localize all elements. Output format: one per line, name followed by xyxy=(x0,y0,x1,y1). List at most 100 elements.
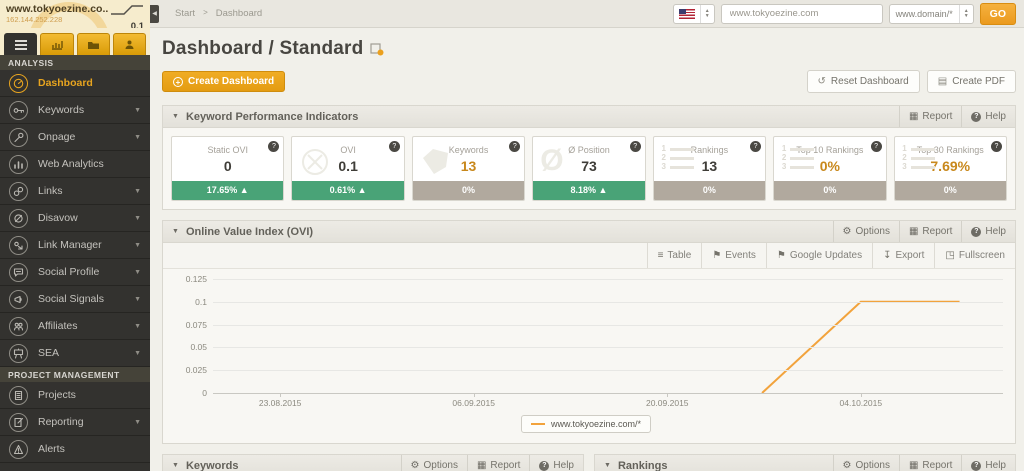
gear-icon: ⚙ xyxy=(411,460,420,471)
sidebar-item-projects[interactable]: Projects xyxy=(0,382,150,409)
chevron-down-icon: ▼ xyxy=(134,242,141,249)
wrench-icon xyxy=(9,128,28,147)
help-button[interactable]: ?Help xyxy=(961,455,1015,471)
legend-item[interactable]: www.tokyoezine.com/* xyxy=(521,415,651,433)
collapse-caret-icon[interactable]: ▼ xyxy=(172,228,179,235)
project-ip: 162.144.252.228 xyxy=(6,15,108,24)
chevron-down-icon: ▼ xyxy=(134,107,141,114)
users-icon xyxy=(9,317,28,336)
tab-analytics[interactable] xyxy=(40,33,73,55)
sidebar-item-keywords[interactable]: Keywords ▼ xyxy=(0,97,150,124)
breadcrumb: Start > Dashboard xyxy=(175,8,262,19)
sidebar-item-sea[interactable]: SEA ▼ xyxy=(0,340,150,367)
user-tab-icon xyxy=(124,39,135,50)
sidebar-item-disavow[interactable]: Disavow ▼ xyxy=(0,205,150,232)
sidebar-item-social-profile[interactable]: Social Profile ▼ xyxy=(0,259,150,286)
speech-bubble-icon xyxy=(9,263,28,282)
project-sparkline-icon xyxy=(110,4,144,16)
sidebar-item-reporting[interactable]: Reporting ▼ xyxy=(0,409,150,436)
breadcrumb-current: Dashboard xyxy=(216,8,262,19)
options-button[interactable]: ⚙Options xyxy=(401,455,467,471)
folder-icon xyxy=(87,39,100,50)
help-icon[interactable]: ? xyxy=(871,141,882,152)
report-button[interactable]: ▦Report xyxy=(467,455,529,471)
sidebar-tabs xyxy=(0,28,150,55)
report-icon: ▦ xyxy=(909,111,918,122)
collapse-caret-icon[interactable]: ▼ xyxy=(604,462,611,469)
fullscreen-icon: ◳ xyxy=(945,250,954,261)
help-icon[interactable]: ? xyxy=(630,141,641,152)
select-arrows-icon: ▲▼ xyxy=(959,5,973,23)
options-button[interactable]: ⚙Options xyxy=(833,455,899,471)
series-color-swatch xyxy=(531,423,545,425)
help-button[interactable]: ?Help xyxy=(961,221,1015,242)
tab-account[interactable] xyxy=(113,33,146,55)
rankings-panel-title: Rankings xyxy=(618,460,668,471)
megaphone-icon xyxy=(9,290,28,309)
chart-tab-icon xyxy=(51,39,63,50)
chevron-down-icon: ▼ xyxy=(134,419,141,426)
sidebar-collapse-button[interactable]: ◀ xyxy=(150,5,159,23)
kpi-card-top10: ? 123 Top 10 Rankings0% 0% xyxy=(773,136,886,201)
report-icon xyxy=(9,413,28,432)
collapse-caret-icon[interactable]: ▼ xyxy=(172,113,179,120)
help-button[interactable]: ?Help xyxy=(529,455,583,471)
report-button[interactable]: ▦Report xyxy=(899,455,961,471)
events-button[interactable]: ⚑Events xyxy=(701,243,766,268)
sidebar-item-dashboard[interactable]: Dashboard xyxy=(0,70,150,97)
sidebar-item-social-signals[interactable]: Social Signals ▼ xyxy=(0,286,150,313)
chain-icon xyxy=(9,182,28,201)
ovi-panel: ▼ Online Value Index (OVI) ⚙Options ▦Rep… xyxy=(162,220,1016,444)
help-icon: ? xyxy=(971,227,981,237)
ovi-toolbar: ≡Table ⚑Events ⚑Google Updates ↧Export ◳… xyxy=(163,243,1015,269)
download-icon: ↧ xyxy=(883,250,891,261)
kpi-card-keywords: ? Keywords13 0% xyxy=(412,136,525,201)
sidebar-item-links[interactable]: Links ▼ xyxy=(0,178,150,205)
breadcrumb-start[interactable]: Start xyxy=(175,8,195,19)
chevron-down-icon: ▼ xyxy=(134,134,141,141)
help-icon[interactable]: ? xyxy=(991,141,1002,152)
fullscreen-button[interactable]: ◳Fullscreen xyxy=(934,243,1015,268)
sidebar-item-affiliates[interactable]: Affiliates ▼ xyxy=(0,313,150,340)
table-button[interactable]: ≡Table xyxy=(647,243,702,268)
create-dashboard-button[interactable]: + Create Dashboard xyxy=(162,71,285,92)
kpi-card-position: ? Ø Ø Position73 8.18% ▲ xyxy=(532,136,645,201)
kpi-card-top30: ? 123 Top 30 Rankings7.69% 0% xyxy=(894,136,1007,201)
sidebar-item-alerts[interactable]: Alerts xyxy=(0,436,150,463)
url-input[interactable] xyxy=(721,4,883,24)
project-header[interactable]: www.tokyoezine.co.. 162.144.252.228 0.1 xyxy=(0,0,150,28)
sidebar-item-link-manager[interactable]: Link Manager ▼ xyxy=(0,232,150,259)
reset-dashboard-button[interactable]: ↺ Reset Dashboard xyxy=(807,70,920,93)
tab-projects[interactable] xyxy=(77,33,110,55)
edit-dashboard-icon[interactable] xyxy=(370,42,384,56)
alert-triangle-icon xyxy=(9,440,28,459)
go-button[interactable]: GO xyxy=(980,3,1016,25)
google-updates-button[interactable]: ⚑Google Updates xyxy=(766,243,872,268)
collapse-caret-icon[interactable]: ▼ xyxy=(172,462,179,469)
series-name: www.tokyoezine.com/* xyxy=(551,419,641,429)
ovi-line-chart xyxy=(213,279,1003,393)
country-select[interactable]: ▲▼ xyxy=(673,4,715,24)
tab-menu[interactable] xyxy=(4,33,37,55)
kpi-card-rankings: ? 123 Rankings13 0% xyxy=(653,136,766,201)
export-button[interactable]: ↧Export xyxy=(872,243,934,268)
keywords-panel: ▼ Keywords ⚙Options ▦Report ?Help ≡Table… xyxy=(162,454,584,471)
options-button[interactable]: ⚙Options xyxy=(833,221,899,242)
domain-filter-select[interactable]: www.domain/* ▲▼ xyxy=(889,4,974,24)
report-button[interactable]: ▦Report xyxy=(899,106,961,127)
report-button[interactable]: ▦Report xyxy=(899,221,961,242)
page-title: Dashboard / Standard xyxy=(162,38,363,60)
flag-icon: ⚑ xyxy=(777,250,786,261)
help-icon: ? xyxy=(971,112,981,122)
create-pdf-button[interactable]: ▤ Create PDF xyxy=(927,70,1016,93)
help-button[interactable]: ?Help xyxy=(961,106,1015,127)
ovi-panel-title: Online Value Index (OVI) xyxy=(186,226,313,238)
section-analysis: ANALYSIS xyxy=(0,55,150,70)
report-icon: ▦ xyxy=(477,460,486,471)
help-icon[interactable]: ? xyxy=(389,141,400,152)
project-sparkline-value: 0.1 xyxy=(110,21,144,28)
sidebar-item-onpage[interactable]: Onpage ▼ xyxy=(0,124,150,151)
table-icon: ≡ xyxy=(658,250,664,261)
sidebar-item-web-analytics[interactable]: Web Analytics xyxy=(0,151,150,178)
select-arrows-icon: ▲▼ xyxy=(700,5,714,23)
